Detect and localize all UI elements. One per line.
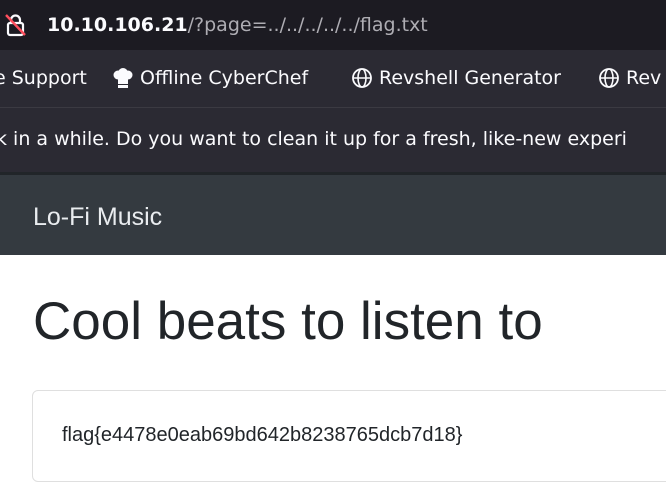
bookmarks-toolbar: e Support Offline CyberChef Revshell Gen… bbox=[0, 50, 666, 107]
bookmark-label: Offline CyberChef bbox=[140, 67, 309, 89]
insecure-lock-icon[interactable] bbox=[5, 13, 27, 37]
url-host: 10.10.106.21 bbox=[47, 14, 188, 36]
refresh-notification-bar: k in a while. Do you want to clean it up… bbox=[0, 107, 666, 172]
flag-text: flag{e4478e0eab69bd642b8238765dcb7d18} bbox=[62, 424, 463, 446]
bookmark-label: Revshell Generator bbox=[379, 67, 561, 89]
bookmark-support[interactable]: e Support bbox=[0, 66, 87, 90]
globe-icon bbox=[598, 67, 620, 89]
chef-hat-icon bbox=[112, 67, 134, 89]
notification-text: k in a while. Do you want to clean it up… bbox=[0, 128, 627, 150]
bookmark-revshell-generator[interactable]: Revshell Generator bbox=[351, 66, 561, 90]
url-text[interactable]: 10.10.106.21/?page=../../../../../flag.t… bbox=[47, 13, 428, 37]
url-bar[interactable]: 10.10.106.21/?page=../../../../../flag.t… bbox=[0, 0, 666, 50]
content-card: flag{e4478e0eab69bd642b8238765dcb7d18} bbox=[32, 390, 666, 482]
bookmark-label: e Support bbox=[0, 67, 87, 89]
navbar-brand[interactable]: Lo-Fi Music bbox=[33, 203, 162, 232]
bookmark-rev[interactable]: Rev bbox=[598, 66, 661, 90]
page-heading: Cool beats to listen to bbox=[33, 292, 543, 351]
bookmark-label: Rev bbox=[626, 67, 662, 89]
globe-icon bbox=[351, 67, 373, 89]
bookmark-offline-cyberchef[interactable]: Offline CyberChef bbox=[112, 66, 308, 90]
site-navbar: Lo-Fi Music bbox=[0, 172, 666, 255]
url-path: /?page=../../../../../flag.txt bbox=[187, 14, 428, 36]
